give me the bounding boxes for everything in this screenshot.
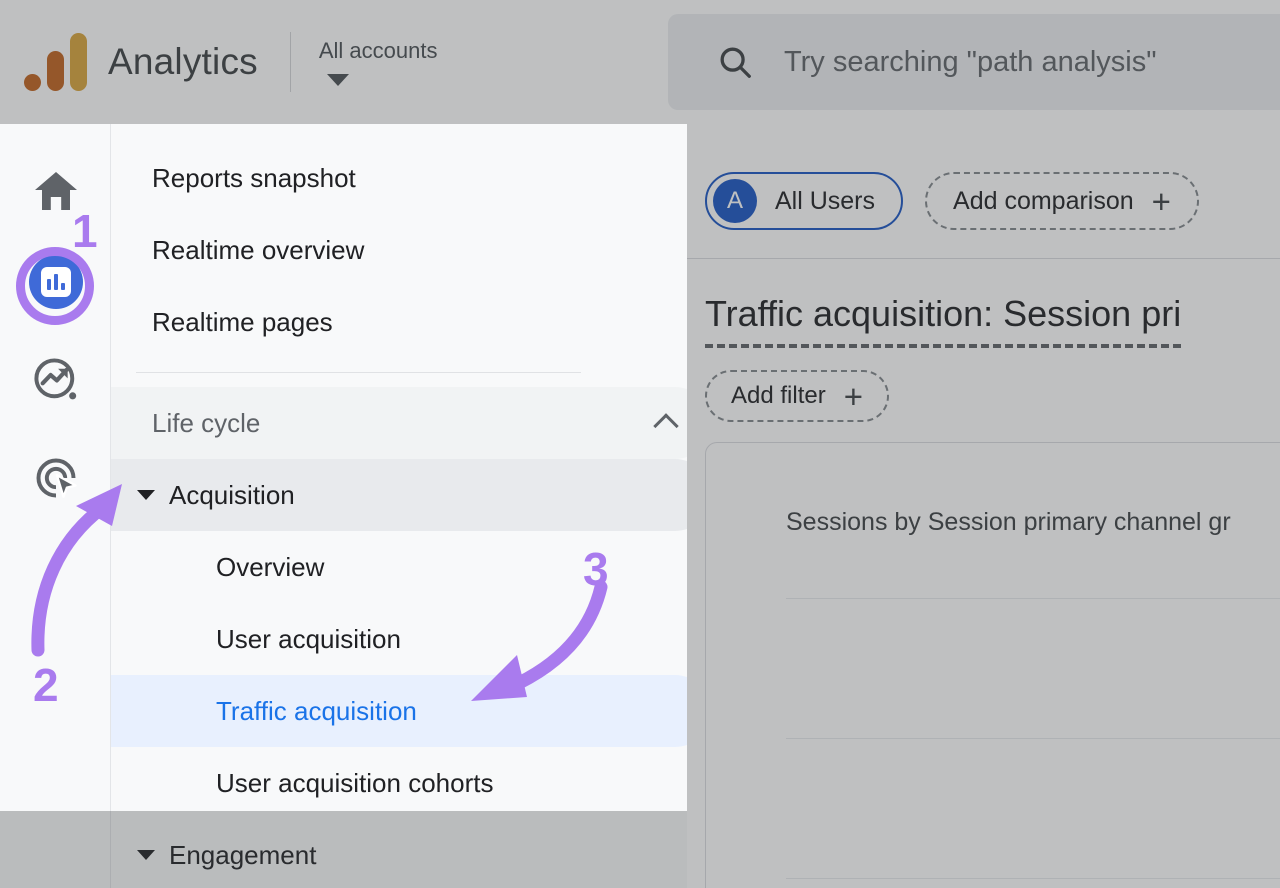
nav-item-label: Traffic acquisition (216, 696, 417, 727)
rail-item-explore[interactable] (28, 352, 84, 408)
nav-item-overview[interactable]: Overview (111, 531, 711, 603)
nav-item-reports-snapshot[interactable]: Reports snapshot (111, 142, 687, 214)
nav-item-realtime-overview[interactable]: Realtime overview (111, 214, 687, 286)
nav-item-realtime-pages[interactable]: Realtime pages (111, 286, 687, 358)
screenshot-root: Analytics All accounts Try searching "pa… (0, 0, 1280, 888)
nav-item-user-acquisition-cohorts[interactable]: User acquisition cohorts (111, 747, 711, 819)
annotation-ring-1 (16, 247, 94, 325)
nav-item-label: Realtime overview (152, 235, 364, 266)
nav-item-label: User acquisition (216, 624, 401, 655)
dim-overlay-bottom (0, 811, 687, 888)
nav-item-label: Realtime pages (152, 307, 333, 338)
nav-drawer: Reports snapshot Realtime overview Realt… (111, 124, 687, 888)
annotation-number-2: 2 (33, 662, 59, 708)
explore-trending-icon (31, 355, 81, 405)
annotation-number-3: 3 (583, 546, 609, 592)
nav-group-life-cycle[interactable]: Life cycle (111, 387, 711, 459)
nav-divider (136, 372, 581, 373)
nav-item-label: User acquisition cohorts (216, 768, 493, 799)
dim-overlay-right (687, 124, 1280, 888)
nav-group-label: Life cycle (152, 408, 260, 439)
annotation-arrow-3 (455, 575, 615, 715)
nav-item-label: Acquisition (169, 480, 295, 511)
dim-overlay-top (0, 0, 1280, 124)
nav-item-label: Reports snapshot (152, 163, 356, 194)
nav-item-traffic-acquisition[interactable]: Traffic acquisition (111, 675, 711, 747)
annotation-number-1: 1 (72, 208, 98, 254)
nav-item-user-acquisition[interactable]: User acquisition (111, 603, 711, 675)
nav-item-label: Overview (216, 552, 324, 583)
chevron-up-icon (653, 413, 678, 438)
nav-item-acquisition[interactable]: Acquisition (111, 459, 711, 531)
annotation-arrow-2 (20, 470, 150, 670)
